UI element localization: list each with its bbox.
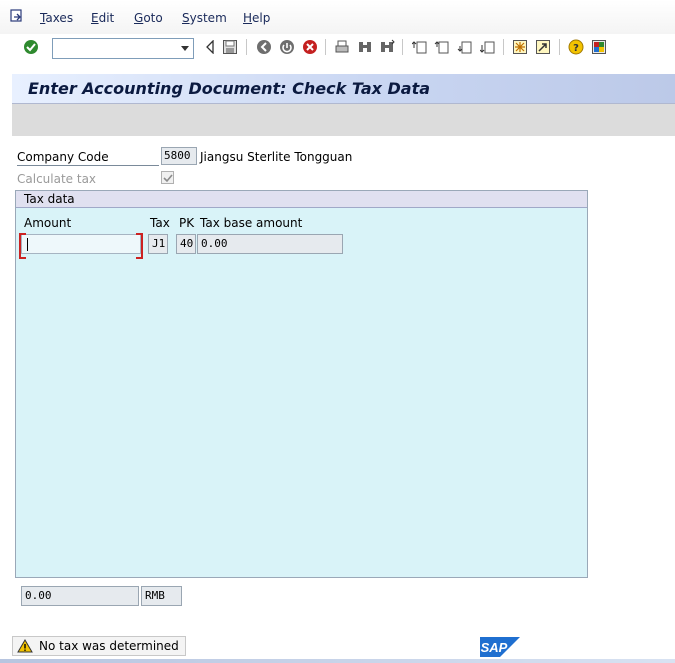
window-bottom-border	[0, 659, 675, 663]
company-code-field[interactable]: 5800	[161, 147, 197, 165]
tax-base-amount-field[interactable]: 0.00	[197, 234, 343, 254]
menu-edit[interactable]: Edit	[91, 11, 114, 25]
system-menu-icon[interactable]	[10, 9, 25, 24]
toolbar-separator	[559, 39, 560, 55]
cancel-icon[interactable]	[301, 38, 319, 56]
menu-goto[interactable]: Goto	[134, 11, 163, 25]
print-icon[interactable]	[333, 38, 351, 56]
company-name-text: Jiangsu Sterlite Tongguan	[200, 150, 353, 164]
label-underline	[17, 165, 159, 166]
previous-page-icon[interactable]	[433, 38, 451, 56]
toolbar-separator	[325, 39, 326, 55]
warning-icon	[17, 639, 33, 653]
calculate-tax-checkbox[interactable]	[161, 171, 174, 184]
last-page-icon[interactable]	[479, 38, 497, 56]
posting-key-field[interactable]: 40	[176, 234, 196, 254]
amount-input[interactable]	[19, 233, 143, 259]
layout-menu-icon[interactable]	[590, 38, 608, 56]
shortcut-icon[interactable]	[534, 38, 552, 56]
calculate-tax-label: Calculate tax	[17, 172, 97, 186]
next-page-icon[interactable]	[456, 38, 474, 56]
menu-help[interactable]: Help	[243, 11, 270, 25]
menu-bar: Taxes Edit Goto System Help	[0, 0, 675, 34]
status-message-text: No tax was determined	[39, 639, 179, 653]
currency-field: RMB	[141, 586, 182, 606]
column-header-pk: PK	[179, 216, 195, 230]
menu-taxes[interactable]: Taxes	[40, 11, 73, 25]
group-header: Tax data	[16, 191, 587, 208]
company-code-label: Company Code	[17, 150, 109, 164]
text-cursor	[27, 238, 28, 251]
save-icon[interactable]	[221, 38, 239, 56]
toolbar-separator	[246, 39, 247, 55]
column-header-tax: Tax	[150, 216, 170, 230]
chevron-down-icon[interactable]	[181, 46, 189, 51]
find-next-icon[interactable]	[378, 38, 396, 56]
standard-toolbar: ?	[0, 34, 675, 62]
toolbar-separator	[503, 39, 504, 55]
help-icon[interactable]: ?	[567, 38, 585, 56]
column-header-base: Tax base amount	[200, 216, 303, 230]
menu-system[interactable]: System	[182, 11, 227, 25]
back-icon[interactable]	[255, 38, 273, 56]
exit-icon[interactable]	[278, 38, 296, 56]
create-session-icon[interactable]	[511, 38, 529, 56]
toolbar-separator	[402, 39, 403, 55]
page-title: Enter Accounting Document: Check Tax Dat…	[28, 79, 431, 98]
checkmark-icon	[163, 174, 173, 183]
status-message[interactable]: No tax was determined	[12, 636, 186, 656]
total-amount-field: 0.00	[21, 586, 139, 606]
column-header-amount: Amount	[24, 216, 72, 230]
group-title: Tax data	[24, 192, 75, 206]
svg-text:?: ?	[573, 43, 579, 54]
find-icon[interactable]	[356, 38, 374, 56]
svg-text:SAP: SAP	[481, 640, 508, 655]
enter-check-icon[interactable]	[22, 38, 40, 56]
tax-code-field[interactable]: J1	[148, 234, 168, 254]
title-area: Enter Accounting Document: Check Tax Dat…	[12, 74, 675, 136]
sap-logo: SAP	[480, 637, 520, 657]
back-triangle-icon[interactable]	[201, 38, 219, 56]
command-field[interactable]	[52, 38, 194, 59]
title-bar: Enter Accounting Document: Check Tax Dat…	[12, 74, 675, 104]
first-page-icon[interactable]	[411, 38, 429, 56]
